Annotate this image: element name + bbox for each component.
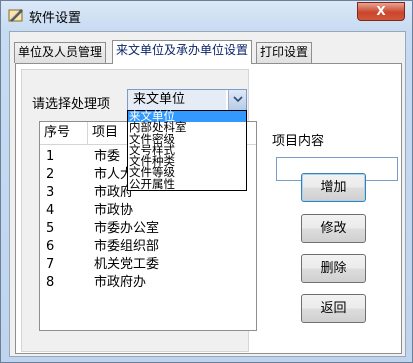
item-name: 机关党工委 <box>94 257 160 272</box>
select-value: 来文单位 <box>128 90 226 110</box>
tab-unit-personnel[interactable]: 单位及人员管理 <box>14 42 107 63</box>
window-title: 软件设置 <box>29 11 82 26</box>
item-name: 市政府办 <box>94 275 147 290</box>
list-item[interactable]: 4 市政协 <box>40 202 256 220</box>
item-number: 6 <box>46 239 55 254</box>
select-label: 请选择处理项 <box>32 97 111 112</box>
close-button[interactable]: X <box>357 2 405 21</box>
list-item[interactable]: 6 市委组织部 <box>40 238 256 256</box>
edit-button[interactable]: 修改 <box>301 214 366 243</box>
header-number[interactable]: 序号 <box>40 122 88 144</box>
item-number: 4 <box>46 203 55 218</box>
client-area: 单位及人员管理 来文单位及承办单位设置 打印设置 请选择处理项 来文单位 来文单… <box>9 31 406 357</box>
title-bar: 软件设置 X <box>1 1 412 31</box>
item-number: 1 <box>46 149 55 164</box>
item-number: 5 <box>46 221 55 236</box>
app-icon <box>7 6 25 24</box>
chevron-down-icon[interactable] <box>228 90 246 110</box>
select-dropdown: 来文单位 内部处科室 文件密级 文号样式 文件种类 文件等级 公开属性 <box>127 110 247 192</box>
item-name: 市政协 <box>94 203 134 218</box>
tab-print-settings[interactable]: 打印设置 <box>256 42 313 63</box>
tab-incoming-units[interactable]: 来文单位及承办单位设置 <box>112 40 253 64</box>
item-number: 7 <box>46 257 55 272</box>
delete-button[interactable]: 删除 <box>301 254 366 283</box>
back-button[interactable]: 返回 <box>301 294 366 323</box>
item-number: 3 <box>46 185 55 200</box>
settings-window: 软件设置 X 单位及人员管理 来文单位及承办单位设置 打印设置 请选择处理项 来… <box>0 0 413 363</box>
item-name: 市委办公室 <box>94 221 160 236</box>
content-label: 项目内容 <box>272 134 325 149</box>
list-item[interactable]: 5 市委办公室 <box>40 220 256 238</box>
item-name: 市委 <box>94 149 121 164</box>
list-item[interactable]: 7 机关党工委 <box>40 256 256 274</box>
add-button[interactable]: 增加 <box>301 173 366 202</box>
option-item[interactable]: 公开属性 <box>128 178 246 190</box>
process-item-select[interactable]: 来文单位 <box>127 89 247 111</box>
list-item[interactable]: 8 市政府办 <box>40 274 256 292</box>
item-number: 8 <box>46 275 55 290</box>
item-name: 市委组织部 <box>94 239 160 254</box>
item-number: 2 <box>46 167 55 182</box>
